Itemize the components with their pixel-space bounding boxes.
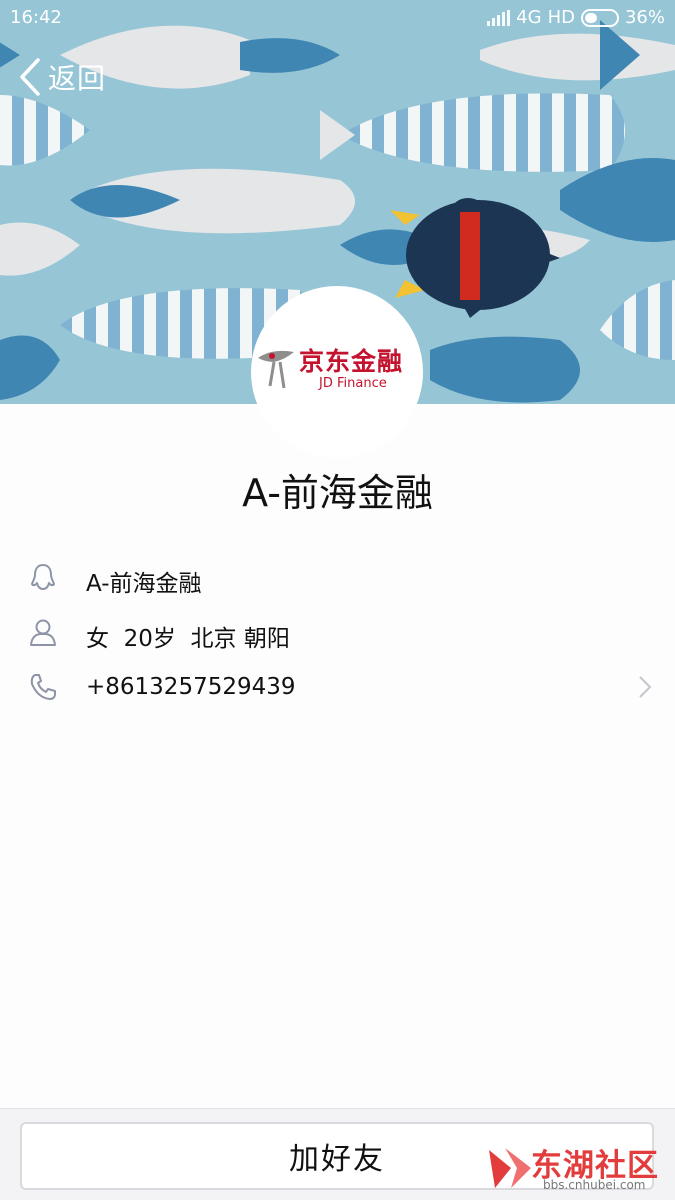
avatar[interactable]: 京东金融 JD Finance xyxy=(251,286,423,458)
qq-name-text: A-前海金融 xyxy=(86,571,202,597)
avatar-logo-text: 京东金融 xyxy=(299,347,404,376)
qq-penguin-icon xyxy=(31,564,55,590)
jd-logo-icon xyxy=(258,350,294,389)
battery-percent: 36% xyxy=(624,7,665,28)
signal-icon xyxy=(487,9,511,26)
phone-number-text: +8613257529439 xyxy=(86,674,296,700)
status-bar: 16:42 4G HD 36% xyxy=(0,0,675,36)
phone-icon xyxy=(30,674,56,700)
back-button[interactable]: 返回 xyxy=(16,56,106,98)
info-row-personal: 女 20岁 北京 朝阳 xyxy=(0,607,675,657)
personal-info-text: 女 20岁 北京 朝阳 xyxy=(86,626,290,652)
avatar-logo-subtitle: JD Finance xyxy=(319,376,387,391)
info-row-phone[interactable]: +8613257529439 xyxy=(0,662,675,712)
watermark-logo-icon xyxy=(489,1148,531,1188)
watermark-url: bbs.cnhubei.com xyxy=(543,1178,646,1192)
person-icon xyxy=(30,619,56,646)
profile-name: A-前海金融 xyxy=(242,471,433,515)
info-row-qq-name: A-前海金融 xyxy=(0,552,675,602)
battery-icon xyxy=(580,8,619,27)
chevron-left-icon xyxy=(20,58,40,96)
status-time: 16:42 xyxy=(10,7,62,28)
network-type: 4G xyxy=(516,7,542,28)
site-watermark: 东湖社区 bbs.cnhubei.com xyxy=(487,1140,667,1196)
hd-indicator: HD xyxy=(547,7,575,28)
chevron-right-icon xyxy=(639,676,652,698)
back-label: 返回 xyxy=(48,62,107,95)
